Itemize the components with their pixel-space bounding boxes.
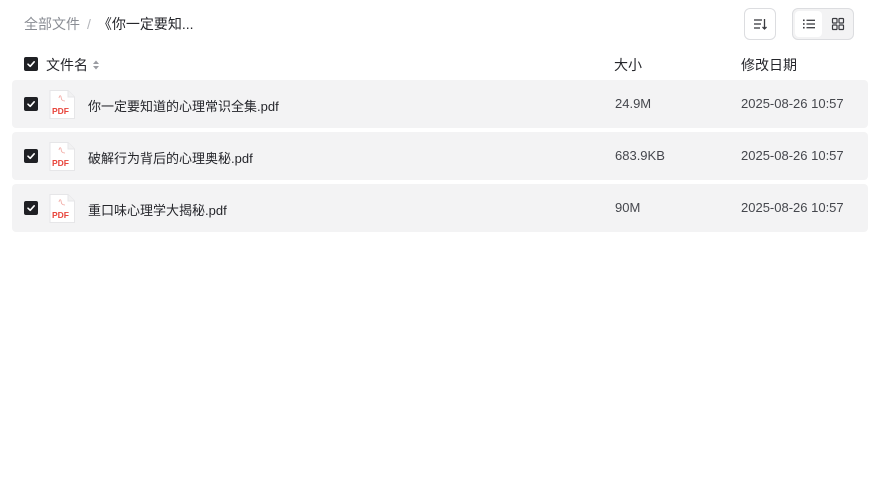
row-checkbox[interactable] [24, 97, 38, 111]
file-name[interactable]: 你一定要知道的心理常识全集.pdf [88, 96, 279, 115]
column-header-name-label: 文件名 [46, 57, 88, 73]
row-checkbox[interactable] [24, 201, 38, 215]
grid-view-button[interactable] [824, 11, 851, 37]
pdf-file-icon: PDF [49, 194, 75, 223]
row-checkbox[interactable] [24, 149, 38, 163]
breadcrumb-root-link[interactable]: 全部文件 [24, 14, 80, 34]
file-row[interactable]: PDF 重口味心理学大揭秘.pdf 90M 2025-08-26 10:57 [12, 184, 868, 232]
checkmark-icon [27, 60, 35, 68]
sort-icon [754, 19, 767, 30]
breadcrumb-current-folder: 《你一定要知... [97, 16, 194, 32]
file-list: PDF 你一定要知道的心理常识全集.pdf 24.9M 2025-08-26 1… [12, 80, 868, 236]
file-row[interactable]: PDF 你一定要知道的心理常识全集.pdf 24.9M 2025-08-26 1… [12, 80, 868, 128]
checkmark-icon [27, 100, 35, 108]
file-modified-date: 2025-08-26 10:57 [741, 96, 844, 111]
file-row[interactable]: PDF 破解行为背后的心理奥秘.pdf 683.9KB 2025-08-26 1… [12, 132, 868, 180]
pdf-file-icon: PDF [49, 142, 75, 171]
pdf-file-icon: PDF [49, 90, 75, 119]
svg-text:PDF: PDF [52, 210, 69, 220]
file-name[interactable]: 破解行为背后的心理奥秘.pdf [88, 148, 253, 167]
file-modified-date: 2025-08-26 10:57 [741, 148, 844, 163]
view-toggle [792, 8, 854, 40]
sort-caret-icon [92, 59, 100, 71]
list-view-button[interactable] [795, 11, 822, 37]
file-size: 24.9M [615, 96, 652, 111]
svg-text:PDF: PDF [52, 158, 69, 168]
file-table-header: 文件名 大小 修改日期 [12, 52, 868, 76]
svg-text:PDF: PDF [52, 106, 69, 116]
column-header-size[interactable]: 大小 [614, 55, 642, 75]
sort-button[interactable] [744, 8, 776, 40]
file-name[interactable]: 重口味心理学大揭秘.pdf [88, 200, 227, 219]
checkmark-icon [27, 152, 35, 160]
select-all-checkbox[interactable] [24, 57, 38, 71]
column-header-name[interactable]: 文件名 [46, 55, 100, 75]
breadcrumb: 全部文件 / 《你一定要知... [24, 15, 194, 33]
breadcrumb-separator: / [87, 16, 91, 32]
file-size: 683.9KB [615, 148, 665, 163]
checkmark-icon [27, 204, 35, 212]
column-header-date[interactable]: 修改日期 [741, 55, 797, 75]
list-view-icon [802, 19, 815, 29]
file-size: 90M [615, 200, 641, 215]
file-modified-date: 2025-08-26 10:57 [741, 200, 844, 215]
grid-view-icon [831, 17, 844, 31]
